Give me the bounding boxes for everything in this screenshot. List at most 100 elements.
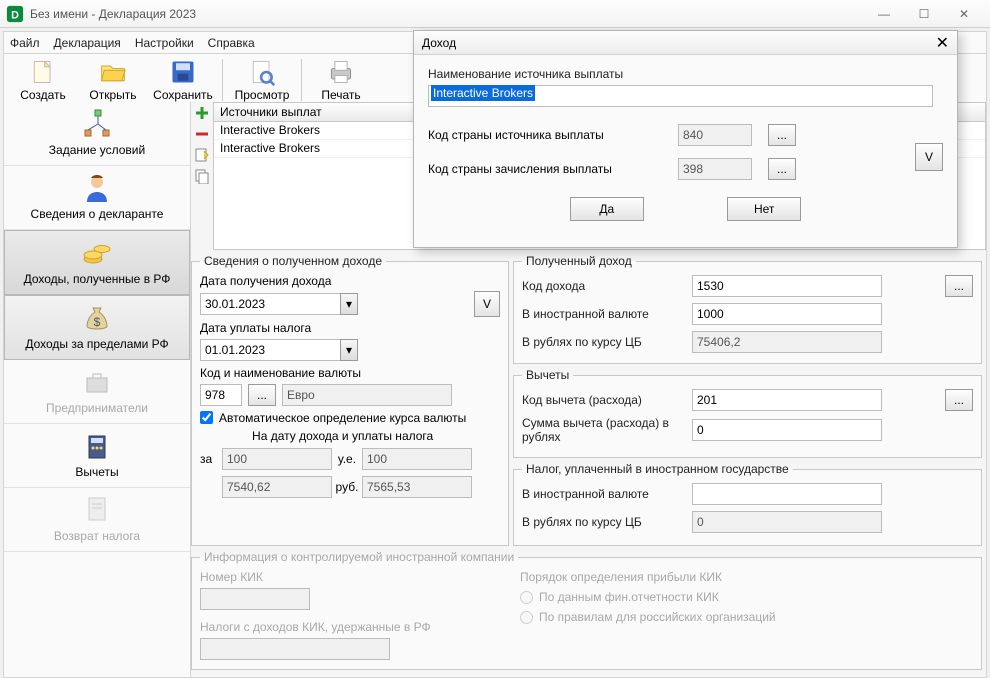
sidebar-item-entrepreneurs: Предприниматели <box>4 360 190 424</box>
deduction-code-lookup-button[interactable]: ... <box>945 389 973 411</box>
edit-source-button[interactable] <box>192 145 212 165</box>
remove-source-button[interactable] <box>192 124 212 144</box>
toolbar-preview[interactable]: Просмотр <box>227 56 297 104</box>
tax-rub-display <box>692 511 882 533</box>
dialog-title-bar: Доход ✕ <box>414 31 957 55</box>
minimize-button[interactable]: — <box>864 3 904 25</box>
received-income-fieldset: Полученный доход Код дохода ... В иностр… <box>513 254 982 364</box>
deduction-code-input[interactable] <box>692 389 882 411</box>
toolbar-open[interactable]: Открыть <box>78 56 148 104</box>
toolbar-create[interactable]: Создать <box>8 56 78 104</box>
date-received-combo[interactable]: ▾ <box>200 293 358 315</box>
sidebar-item-label: Задание условий <box>49 143 145 157</box>
print-icon <box>327 58 355 86</box>
auto-rate-checkbox[interactable] <box>200 411 213 424</box>
rate2-rub <box>362 476 472 498</box>
dropdown-arrow-icon[interactable]: ▾ <box>340 293 358 315</box>
deduction-sum-input[interactable] <box>692 419 882 441</box>
date-paid-combo[interactable]: ▾ <box>200 339 358 361</box>
currency-code-input[interactable] <box>200 384 242 406</box>
income-dialog: Доход ✕ Наименование источника выплаты I… <box>413 30 958 248</box>
toolbar-save[interactable]: Сохранить <box>148 56 218 104</box>
v-button[interactable]: V <box>474 291 500 317</box>
dialog-v-button[interactable]: V <box>915 143 943 171</box>
date-paid-input[interactable] <box>200 339 340 361</box>
sidebar-item-income-foreign[interactable]: $ Доходы за пределами РФ <box>4 295 190 360</box>
edit-icon <box>194 147 210 163</box>
fieldset-legend: Вычеты <box>522 368 573 382</box>
label-deduction-code: Код вычета (расхода) <box>522 393 692 407</box>
calculator-icon <box>81 430 113 462</box>
briefcase-icon <box>81 366 113 398</box>
copy-source-button[interactable] <box>192 166 212 186</box>
maximize-button[interactable]: ☐ <box>904 3 944 25</box>
copy-icon <box>194 168 210 184</box>
rate2-ue <box>362 448 472 470</box>
label-ue: у.е. <box>332 452 362 466</box>
source-name-input[interactable]: Interactive Brokers <box>428 85 933 107</box>
dialog-no-button[interactable]: Нет <box>727 197 801 221</box>
kik-radio-1: По данным фин.отчетности КИК <box>520 590 973 604</box>
income-code-input[interactable] <box>692 275 882 297</box>
radio-icon <box>520 591 533 604</box>
label-kik-order: Порядок определения прибыли КИК <box>520 570 973 584</box>
label-income-code: Код дохода <box>522 279 692 293</box>
toolbar-print[interactable]: Печать <box>306 56 376 104</box>
add-source-button[interactable] <box>192 103 212 123</box>
foreign-amount-input[interactable] <box>692 303 882 325</box>
income-code-lookup-button[interactable]: ... <box>945 275 973 297</box>
menu-settings[interactable]: Настройки <box>135 36 194 50</box>
app-icon: D <box>6 5 24 23</box>
kik-number-input <box>200 588 310 610</box>
new-file-icon <box>29 58 57 86</box>
minus-icon <box>194 126 210 142</box>
income-info-fieldset: Сведения о полученном доходе Дата получе… <box>191 254 509 546</box>
rate1-ue <box>222 448 332 470</box>
kik-radio-2: По правилам для российских организаций <box>520 610 973 624</box>
sidebar-item-label: Предприниматели <box>46 401 148 415</box>
date-received-input[interactable] <box>200 293 340 315</box>
person-icon <box>81 172 113 204</box>
label-rub-amount: В рублях по курсу ЦБ <box>522 335 692 349</box>
preview-icon <box>248 58 276 86</box>
label-rub: руб. <box>332 480 362 494</box>
money-bag-icon: $ <box>81 302 113 334</box>
svg-text:$: $ <box>94 315 101 329</box>
dialog-yes-button[interactable]: Да <box>570 197 644 221</box>
menu-file[interactable]: Файл <box>10 36 40 50</box>
dialog-close-button[interactable]: ✕ <box>936 33 949 53</box>
source-name-selected-text: Interactive Brokers <box>431 85 535 101</box>
toolbar-divider <box>222 59 223 101</box>
menu-declaration[interactable]: Декларация <box>54 36 121 50</box>
sidebar-item-label: Вычеты <box>75 465 118 479</box>
currency-lookup-button[interactable]: ... <box>248 384 276 406</box>
toolbar-divider <box>301 59 302 101</box>
sidebar-item-deductions[interactable]: Вычеты <box>4 424 190 488</box>
label-currency: Код и наименование валюты <box>200 366 500 380</box>
coins-icon <box>81 237 113 269</box>
tax-foreign-input[interactable] <box>692 483 882 505</box>
sidebar-item-income-rf[interactable]: Доходы, полученные в РФ <box>4 230 190 295</box>
kik-fieldset: Информация о контролируемой иностранной … <box>191 550 982 670</box>
src-country-lookup-button[interactable]: ... <box>768 124 796 146</box>
close-button[interactable]: ✕ <box>944 3 984 25</box>
credit-country-lookup-button[interactable]: ... <box>768 158 796 180</box>
window-title: Без имени - Декларация 2023 <box>30 7 864 21</box>
label-kik-tax: Налоги с доходов КИК, удержанные в РФ <box>200 620 520 634</box>
sidebar-item-label: Возврат налога <box>54 529 140 543</box>
plus-icon <box>194 105 210 121</box>
sidebar-item-declarant[interactable]: Сведения о декларанте <box>4 166 190 230</box>
rate1-rub <box>222 476 332 498</box>
dropdown-arrow-icon[interactable]: ▾ <box>340 339 358 361</box>
label-source-name: Наименование источника выплаты <box>428 67 943 81</box>
sidebar-item-conditions[interactable]: Задание условий <box>4 102 190 166</box>
fieldset-legend: Сведения о полученном доходе <box>200 254 386 268</box>
fieldset-legend: Полученный доход <box>522 254 636 268</box>
label-za: за <box>200 452 222 466</box>
label-deduction-sum: Сумма вычета (расхода) в рублях <box>522 416 692 445</box>
label-src-country: Код страны источника выплаты <box>428 128 678 142</box>
auto-rate-sublabel: На дату дохода и уплаты налога <box>219 429 466 443</box>
foreign-tax-fieldset: Налог, уплаченный в иностранном государс… <box>513 462 982 546</box>
menu-help[interactable]: Справка <box>208 36 255 50</box>
sidebar-item-refund: Возврат налога <box>4 488 190 552</box>
